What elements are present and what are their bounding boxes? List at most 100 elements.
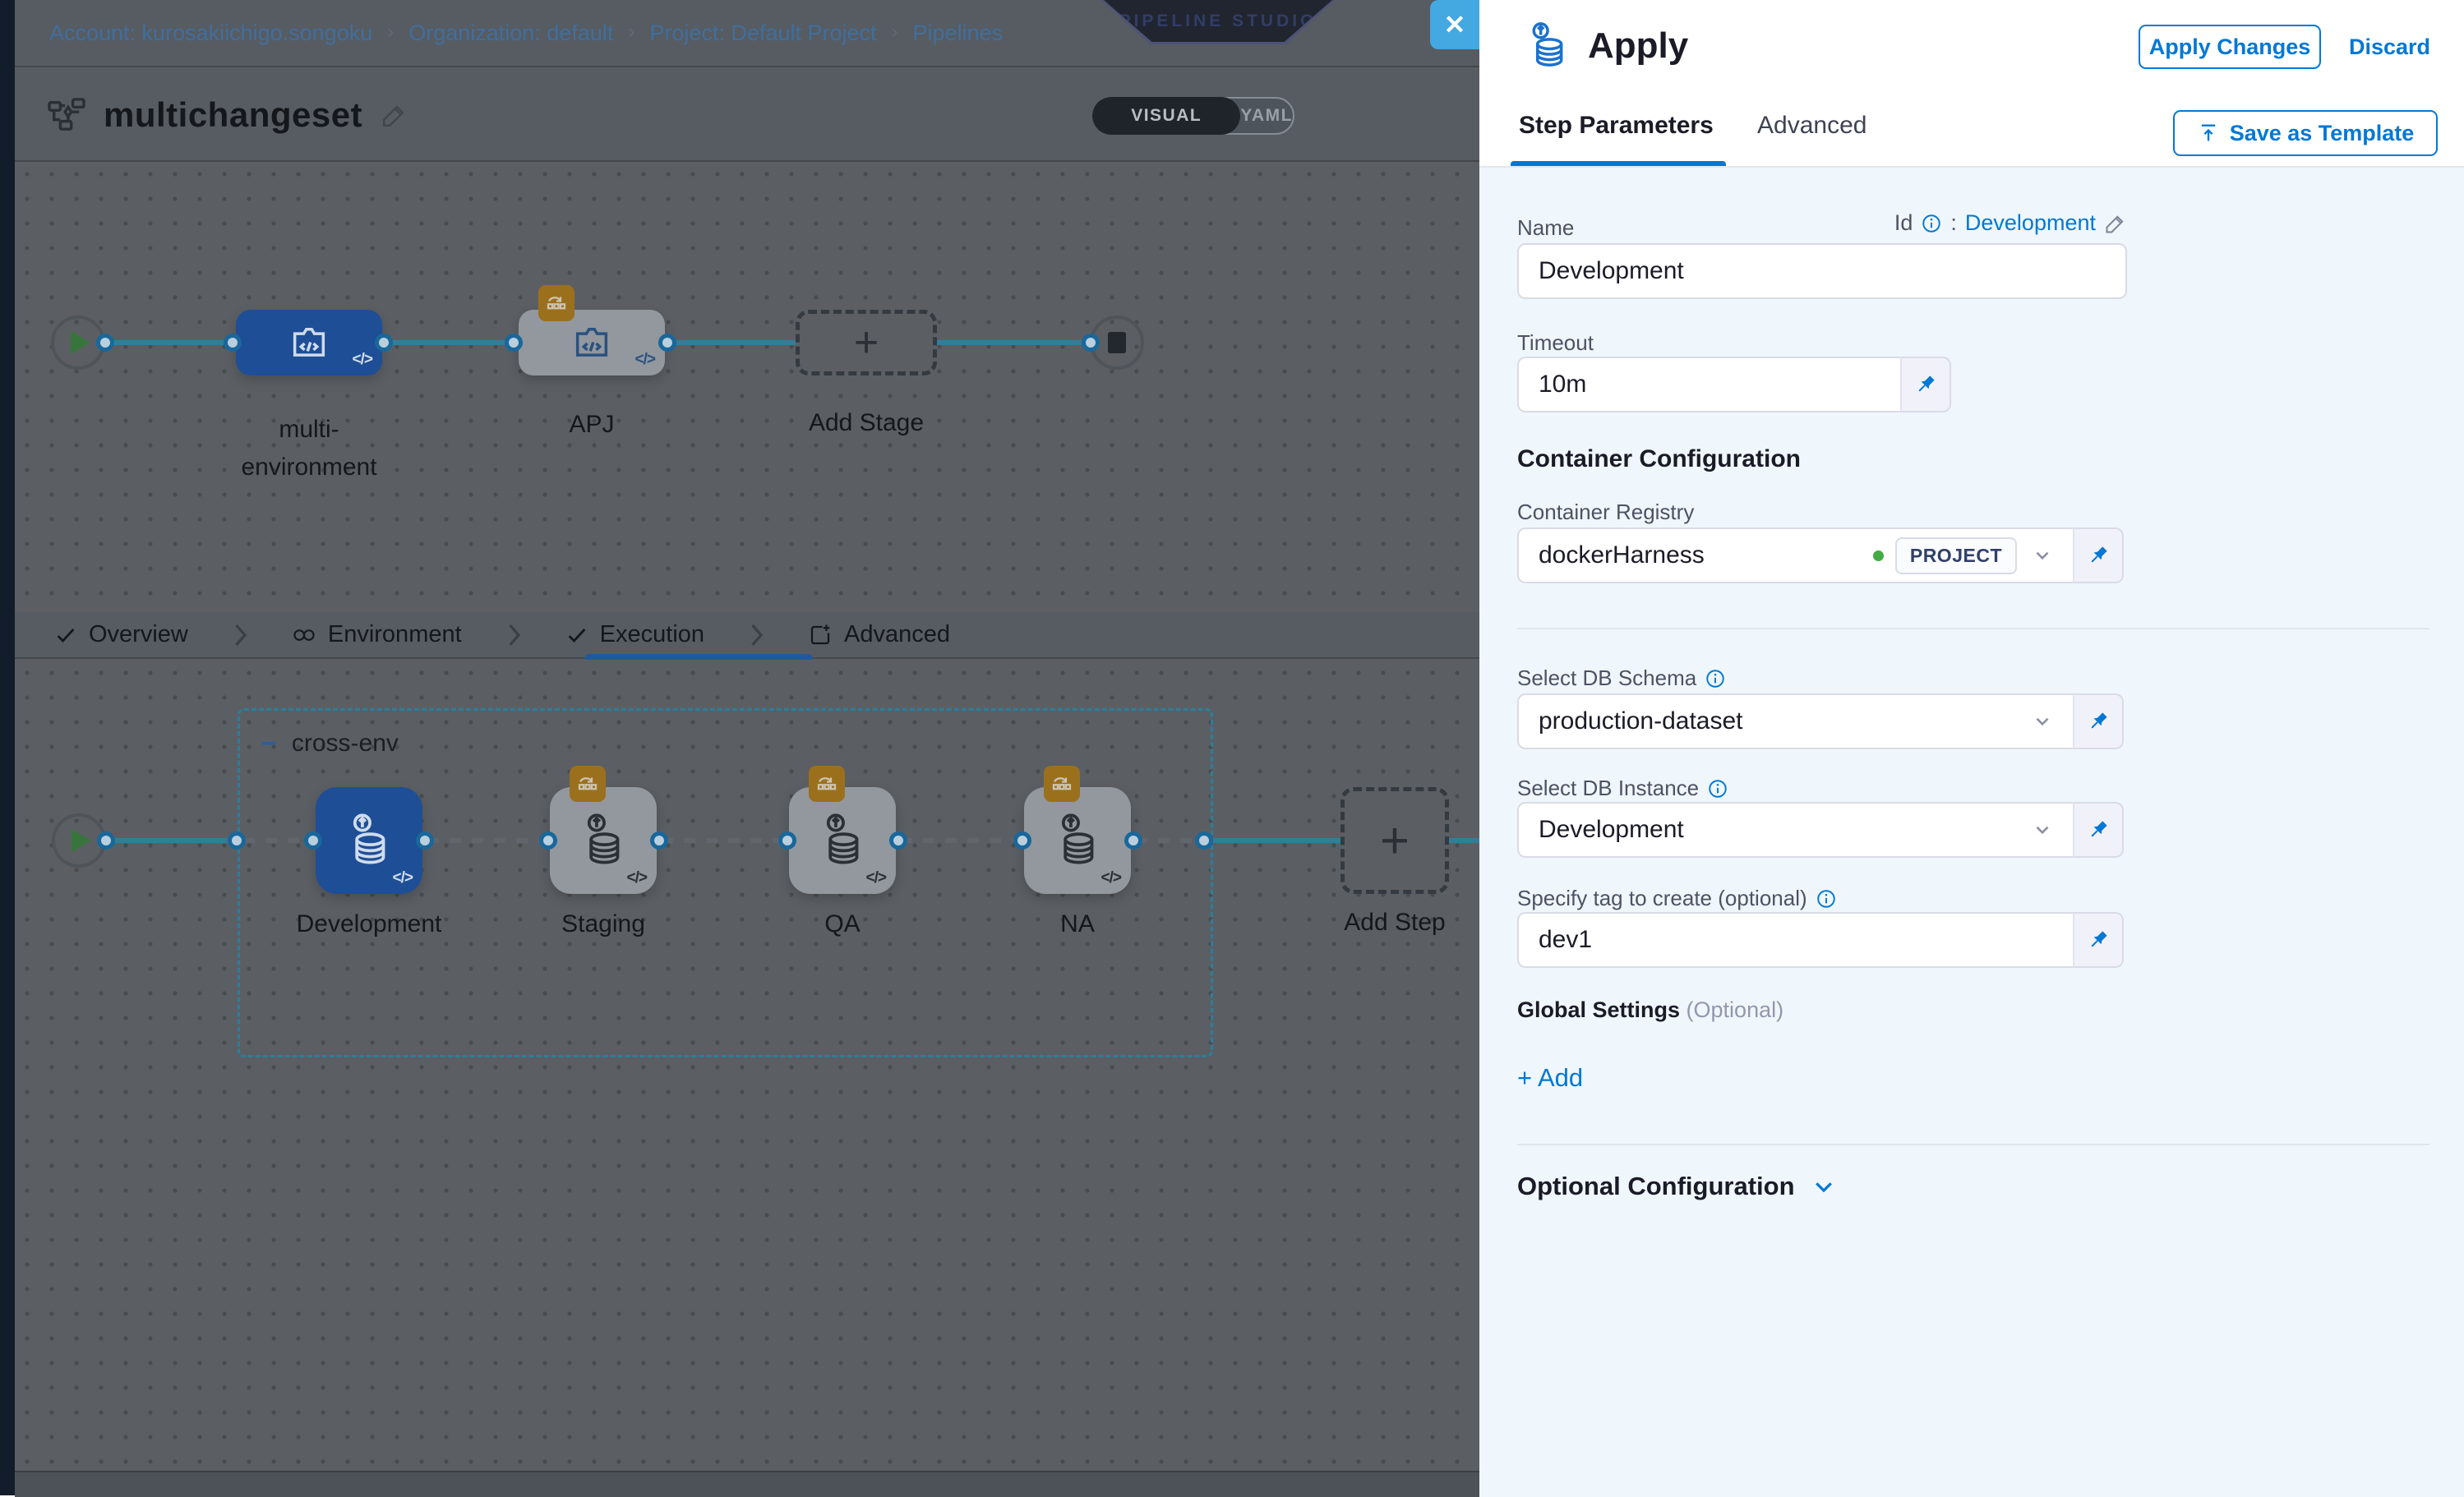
port <box>96 334 114 352</box>
toggle-yaml[interactable]: YAML <box>1240 106 1293 126</box>
info-icon[interactable] <box>1707 778 1728 799</box>
pin-runtime-input-button[interactable] <box>2073 912 2124 968</box>
code-badge: </> <box>393 869 413 887</box>
info-icon[interactable] <box>1816 888 1837 910</box>
pin-icon <box>2086 543 2111 568</box>
container-configuration-heading: Container Configuration <box>1517 445 1801 473</box>
id-separator: : <box>1950 210 1957 236</box>
play-icon <box>72 829 91 852</box>
step-label: QA <box>760 910 925 938</box>
tab-advanced[interactable]: Advanced <box>808 621 950 648</box>
chevron-down-icon[interactable] <box>2032 711 2053 732</box>
db-schema-select[interactable]: production-dataset <box>1517 693 2073 749</box>
pin-runtime-input-button[interactable] <box>2073 802 2124 858</box>
pin-runtime-input-button[interactable] <box>2073 693 2124 749</box>
play-icon <box>71 331 90 354</box>
port <box>658 334 676 352</box>
db-instance-select[interactable]: Development <box>1517 802 2073 858</box>
step-label: Development <box>287 910 451 938</box>
breadcrumb-project-link[interactable]: Project: Default Project <box>649 21 876 46</box>
add-global-setting-link[interactable]: + Add <box>1517 1063 1583 1093</box>
stage-canvas <box>15 162 1479 612</box>
port <box>304 831 322 850</box>
discard-button[interactable]: Discard <box>2349 35 2430 60</box>
step-node-qa[interactable]: </> <box>789 787 896 894</box>
section-divider <box>1517 1144 2429 1145</box>
port <box>505 334 523 352</box>
toggle-visual[interactable]: VISUAL <box>1092 97 1240 135</box>
tag-input[interactable] <box>1517 912 2073 968</box>
save-as-template-button[interactable]: Save as Template <box>2173 110 2438 156</box>
add-stage-button[interactable]: + <box>796 310 937 375</box>
check-icon <box>565 624 588 647</box>
chevron-down-icon[interactable] <box>2032 819 2053 841</box>
step-node-na[interactable]: </> <box>1024 787 1131 894</box>
id-value: Development <box>1965 210 2096 236</box>
tab-environment[interactable]: Environment <box>292 621 462 648</box>
info-icon[interactable] <box>1921 213 1942 234</box>
breadcrumb-account-link[interactable]: Account: kurosakiichigo.songoku <box>49 21 372 46</box>
port <box>889 831 907 850</box>
breadcrumb-org-link[interactable]: Organization: default <box>408 21 613 46</box>
code-badge: </> <box>353 351 372 369</box>
panel-title: Apply <box>1588 25 1688 67</box>
custom-stage-icon <box>288 321 330 364</box>
stop-icon <box>1108 332 1126 353</box>
collapsed-nav-rail <box>0 0 15 1495</box>
breadcrumb-pipelines-link[interactable]: Pipelines <box>913 21 1004 46</box>
pipeline-studio-badge: PIPELINE STUDIO <box>1101 0 1335 44</box>
deploy-type-badge-icon <box>538 285 574 321</box>
apply-step-icon <box>342 812 396 869</box>
port <box>224 334 242 352</box>
edit-pipeline-name-icon[interactable] <box>381 101 408 129</box>
step-node-staging[interactable]: </> <box>550 787 657 894</box>
port <box>1195 831 1213 850</box>
port <box>778 831 796 850</box>
chevron-down-icon[interactable] <box>2032 545 2053 566</box>
tab-step-advanced[interactable]: Advanced <box>1757 112 1866 140</box>
apply-step-icon <box>1525 21 1571 71</box>
port <box>539 831 557 850</box>
add-stage-label: Add Stage <box>784 409 948 437</box>
step-label: NA <box>995 910 1160 938</box>
breadcrumb-chevron-icon: › <box>628 21 634 44</box>
step-group-header[interactable]: − cross-env <box>261 730 399 758</box>
breadcrumb-chevron-icon: › <box>387 21 394 44</box>
stage-node-multi-environment[interactable]: </> <box>236 310 382 375</box>
global-settings-heading: Global Settings (Optional) <box>1517 997 1783 1023</box>
port <box>97 831 115 850</box>
pin-icon <box>2086 709 2111 734</box>
container-registry-field[interactable]: dockerHarness PROJECT <box>1517 527 2073 583</box>
info-icon[interactable] <box>1705 668 1726 689</box>
port <box>650 831 668 850</box>
step-node-development[interactable]: </> <box>316 787 422 894</box>
step-group-label: cross-env <box>292 730 399 758</box>
optional-configuration-toggle[interactable]: Optional Configuration <box>1517 1172 1836 1201</box>
edit-id-icon[interactable] <box>2104 212 2127 235</box>
container-registry-value: dockerHarness <box>1539 541 1873 569</box>
apply-step-icon <box>576 812 630 869</box>
add-step-label: Add Step <box>1313 909 1477 937</box>
environment-icon <box>292 624 316 647</box>
plus-icon: + <box>1380 812 1410 870</box>
tab-step-parameters[interactable]: Step Parameters <box>1519 112 1714 140</box>
active-tab-underline <box>585 654 812 660</box>
timeout-label: Timeout <box>1517 330 1594 356</box>
pin-runtime-input-button[interactable] <box>2073 527 2124 583</box>
upload-icon <box>2197 122 2220 145</box>
apply-changes-button[interactable]: Apply Changes <box>2139 25 2321 69</box>
close-panel-button[interactable]: ✕ <box>1430 0 1479 49</box>
port <box>228 831 246 850</box>
add-step-button[interactable]: + <box>1340 787 1449 894</box>
name-input[interactable] <box>1517 243 2127 299</box>
collapse-group-icon[interactable]: − <box>261 735 277 752</box>
pin-runtime-input-button[interactable] <box>1900 357 1951 412</box>
tab-overview[interactable]: Overview <box>54 621 188 648</box>
db-instance-label: Select DB Instance <box>1517 776 1728 801</box>
pin-icon <box>2086 928 2111 952</box>
tab-execution[interactable]: Execution <box>565 621 704 648</box>
scope-badge: PROJECT <box>1895 537 2017 574</box>
pipeline-icon <box>48 98 85 132</box>
timeout-input[interactable] <box>1517 357 1900 412</box>
canvas-scrollbar-strip[interactable] <box>15 1471 1479 1497</box>
